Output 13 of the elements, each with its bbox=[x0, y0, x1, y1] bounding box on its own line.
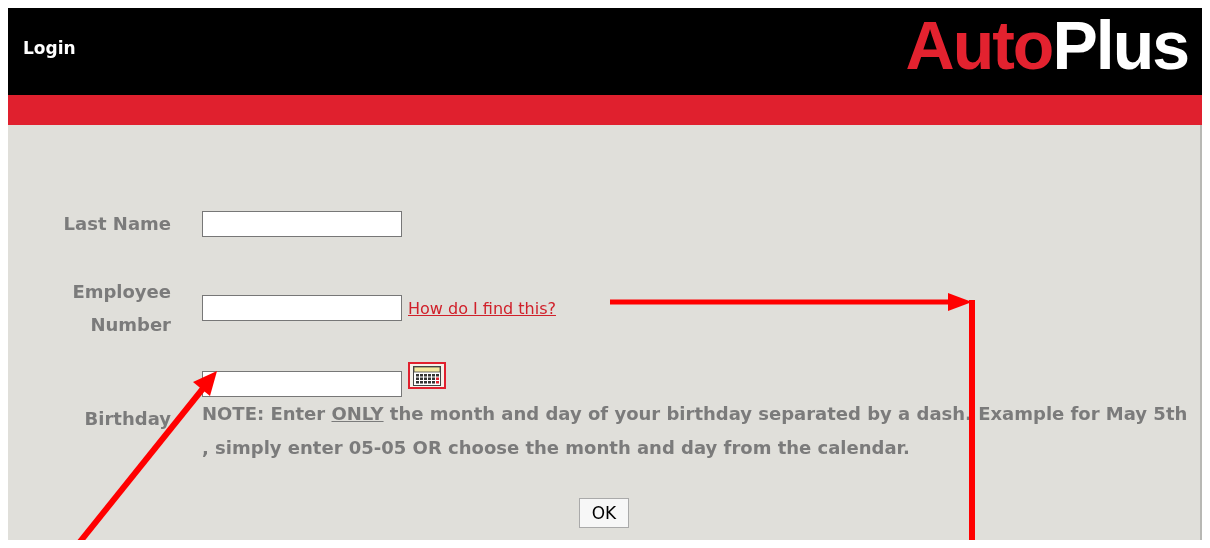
calendar-button[interactable] bbox=[408, 362, 446, 389]
logo: AutoPlus bbox=[905, 8, 1188, 84]
calendar-icon bbox=[413, 365, 441, 386]
birthday-note: NOTE: Enter ONLY the month and day of your birthday separated by a dash. Example for May 5th , simply enter 05-05 OR choose the month and day from the calendar. bbox=[202, 402, 1189, 460]
help-link[interactable]: How do I find this? bbox=[408, 298, 556, 318]
ok-button[interactable]: OK bbox=[578, 498, 630, 528]
field-label: Birthday bbox=[83, 406, 171, 431]
input-field[interactable] bbox=[202, 210, 402, 237]
field-label: Employee Number bbox=[71, 280, 171, 337]
page-title: Login bbox=[23, 37, 76, 58]
input-field[interactable] bbox=[202, 295, 402, 321]
field-label: Last Name bbox=[62, 212, 171, 236]
input-field[interactable] bbox=[202, 371, 402, 397]
